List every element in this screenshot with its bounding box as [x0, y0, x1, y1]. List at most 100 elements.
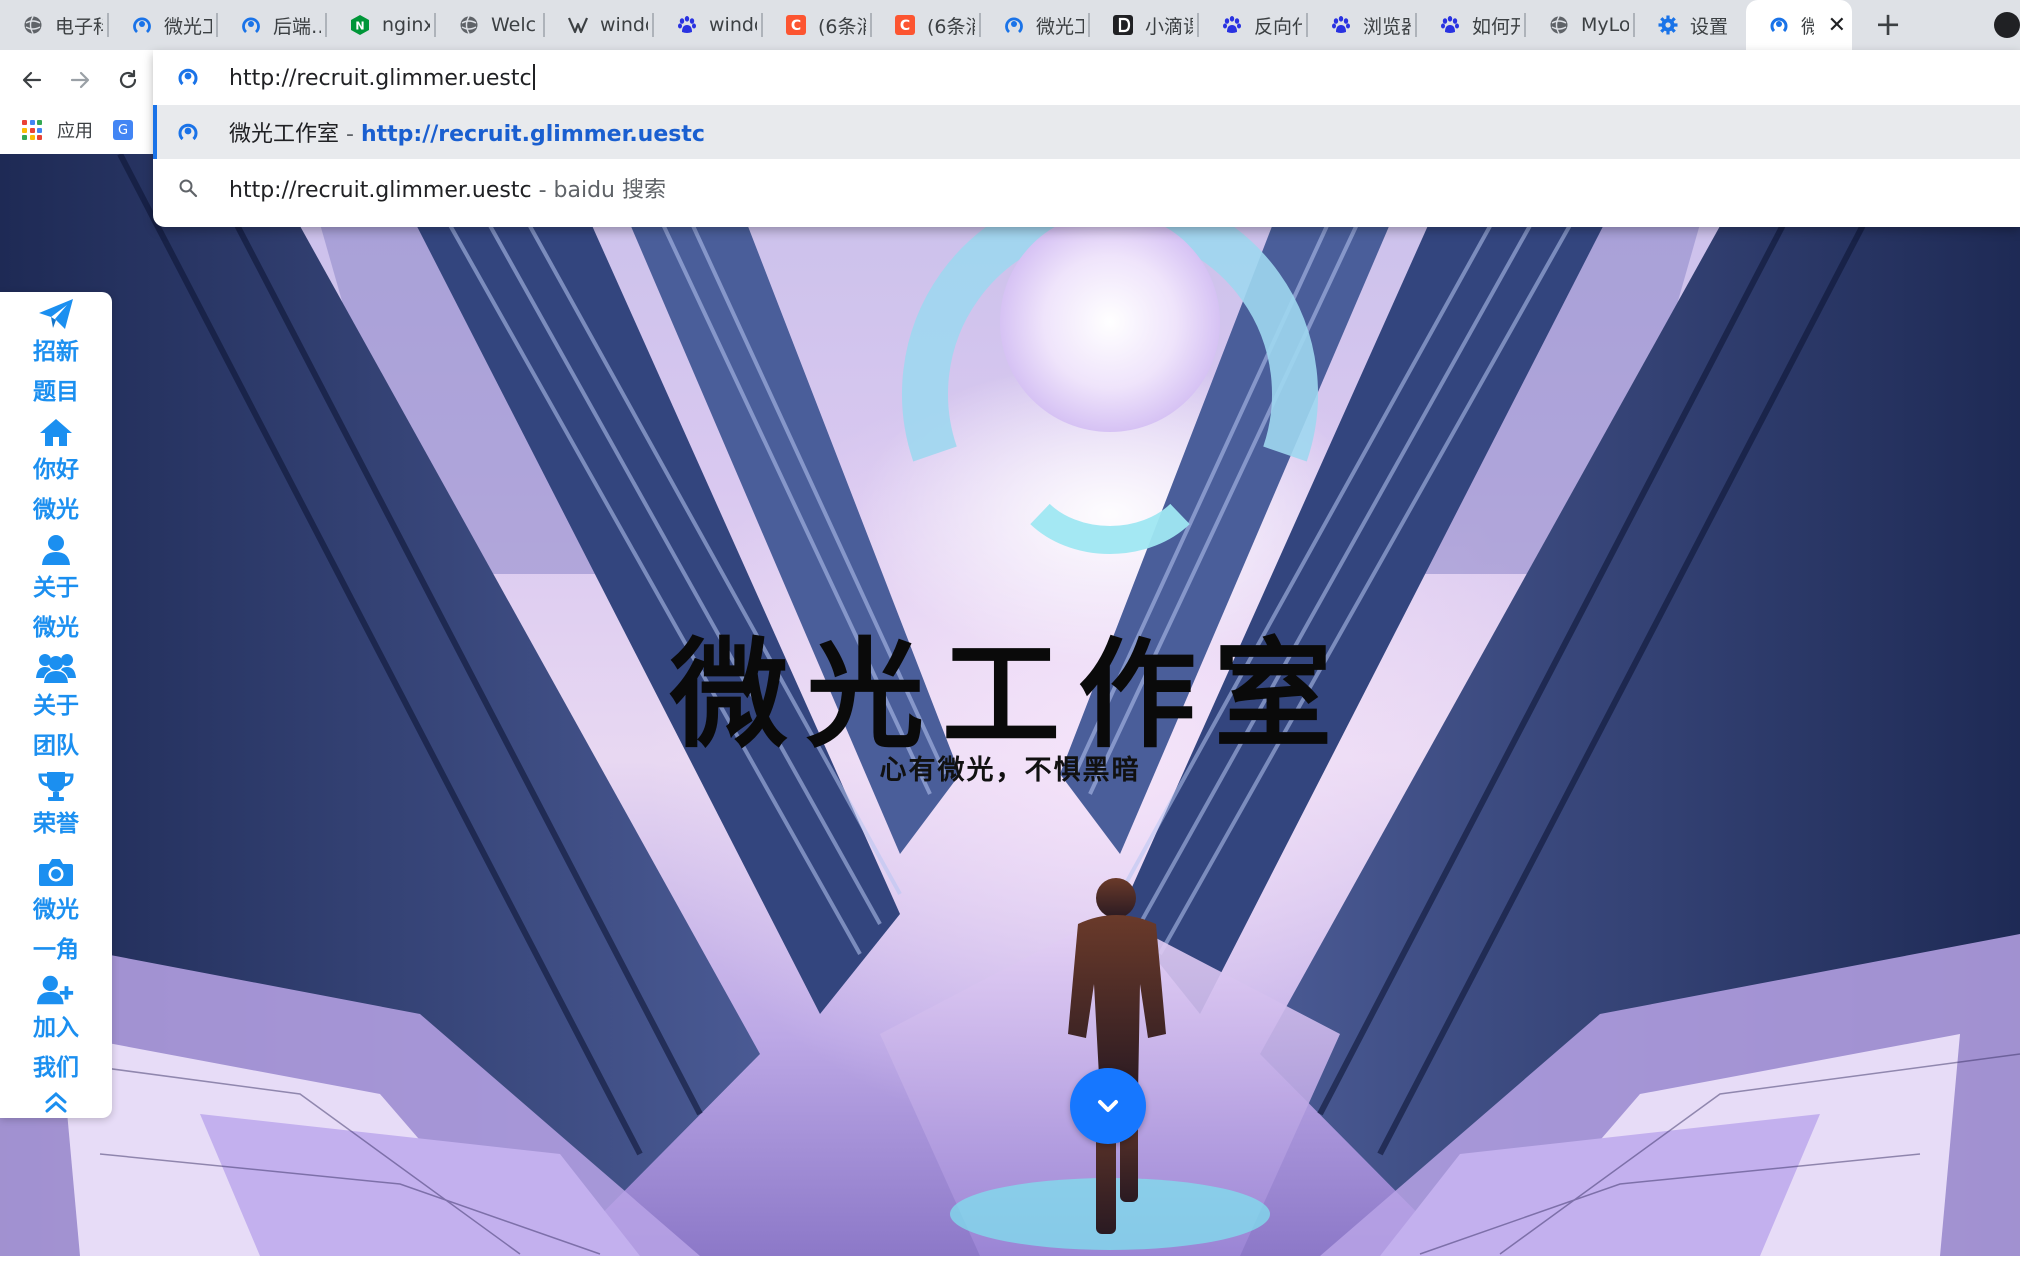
search-icon [175, 175, 201, 201]
tab-title: 小滴课 [1145, 15, 1193, 38]
nav-item-glimmer-corner[interactable]: 微光 一角 [0, 854, 112, 970]
browser-tab[interactable]: windo [545, 0, 654, 50]
globe-icon [22, 14, 44, 36]
nav-label: 团队 [33, 733, 79, 759]
suggestion-text: 微光工作室 - http://recruit.glimmer.uestc [229, 116, 705, 148]
browser-tab[interactable]: 小滴课 [1090, 0, 1199, 50]
browser-tab[interactable]: MyLo [1526, 0, 1635, 50]
apps-label[interactable]: 应用 [57, 117, 93, 143]
nav-label: 我们 [33, 1055, 79, 1081]
glimmer-logo-icon [1003, 14, 1025, 36]
nginx-icon: N [349, 14, 371, 36]
glimmer-logo-icon [1768, 14, 1790, 36]
suggestion-url: http://recruit.glimmer.uestc [360, 122, 705, 147]
nav-label: 微光 [33, 615, 79, 641]
glimmer-logo-icon [131, 14, 153, 36]
csdn-icon: C [894, 14, 916, 36]
profile-avatar[interactable] [1994, 12, 2020, 38]
suggestion-title: 微光工作室 [229, 122, 340, 147]
tab-title: 反向代 [1254, 15, 1302, 38]
bookmarks-bar: 应用 G [0, 106, 160, 154]
translate-icon[interactable]: G [113, 120, 133, 140]
tab-title: 后端… [273, 15, 321, 38]
text-caret [532, 63, 535, 90]
chevron-down-icon [1098, 1100, 1118, 1112]
back-button[interactable] [14, 62, 50, 98]
back-to-top-button[interactable] [0, 1084, 112, 1120]
forward-button[interactable] [62, 62, 98, 98]
glimmer-logo-icon [175, 119, 201, 145]
browser-tab[interactable]: 电子科 [0, 0, 109, 50]
omnibox-suggestion-search[interactable]: http://recruit.glimmer.uestc - baidu 搜索 [153, 161, 2020, 215]
tab-active[interactable]: 微 ✕ [1746, 0, 1852, 50]
scroll-down-button[interactable] [1070, 1068, 1146, 1144]
tab-title: 微光工 [1036, 15, 1084, 38]
nav-item-honors[interactable]: 荣誉 [0, 768, 112, 844]
baidu-paw-icon [1330, 14, 1352, 36]
nav-label: 关于 [33, 693, 79, 719]
browser-tab[interactable]: windo [654, 0, 763, 50]
browser-tab[interactable]: C (6条消 [872, 0, 981, 50]
glimmer-logo-icon [240, 14, 262, 36]
hero-section: 微光工作室 心有微光，不惧黑暗 [0, 154, 2020, 1256]
omnibox-input-row[interactable]: http://recruit.glimmer.uestc [153, 50, 2020, 104]
double-chevron-up-icon [36, 1084, 76, 1120]
nav-item-join-us[interactable]: 加入 我们 [0, 972, 112, 1088]
nav-label: 加入 [33, 1015, 79, 1041]
browser-tab[interactable]: 反向代 [1199, 0, 1308, 50]
browser-tab[interactable]: Welc [436, 0, 545, 50]
omnibox-input-value: http://recruit.glimmer.uestc [229, 65, 532, 91]
user-icon [36, 532, 76, 568]
page-bottom-strip [0, 1256, 2020, 1267]
apps-grid-icon[interactable] [22, 120, 42, 140]
nav-item-hello-glimmer[interactable]: 你好 微光 [0, 414, 112, 530]
tab-strip: 电子科 微光工 后端… Nnginx Welc windo windo C (6条消 C (6条消 微… [0, 0, 2020, 50]
add-user-icon [36, 972, 76, 1008]
browser-tab[interactable]: 浏览器 [1308, 0, 1417, 50]
camera-icon [36, 854, 76, 890]
tab-title: 设置 [1690, 15, 1729, 38]
nav-label: 题目 [33, 379, 79, 405]
browser-tab[interactable]: 微光工 [981, 0, 1090, 50]
tab-title: MyLo [1581, 14, 1629, 36]
baidu-paw-icon [676, 14, 698, 36]
arrow-left-icon [22, 71, 42, 89]
browser-tab[interactable]: 如何开 [1417, 0, 1526, 50]
nav-label: 一角 [33, 937, 79, 963]
tab-title: windo [600, 14, 648, 36]
reload-button[interactable] [110, 62, 146, 98]
side-navigation: 招新 题目 你好 微光 关于 微光 关于 团队 荣誉 微光 一角 加入 我们 [0, 292, 112, 1118]
close-icon[interactable]: ✕ [1828, 13, 1846, 38]
nav-item-about-team[interactable]: 关于 团队 [0, 650, 112, 766]
browser-tab[interactable]: C (6条消 [763, 0, 872, 50]
suggestion-separator: - [339, 122, 361, 147]
suggestion-text: http://recruit.glimmer.uestc - baidu 搜索 [229, 172, 666, 204]
tab-title: 微光工 [164, 15, 212, 38]
svg-text:C: C [900, 18, 910, 34]
nav-item-about-glimmer[interactable]: 关于 微光 [0, 532, 112, 648]
windows-icon [567, 14, 589, 36]
hero-subtitle: 心有微光，不惧黑暗 [879, 755, 1141, 786]
paper-plane-icon [36, 296, 76, 332]
tab-title: 电子科 [55, 15, 103, 38]
tab-title: 微 [1801, 15, 1814, 38]
tab-title: (6条消 [818, 15, 866, 38]
nav-label: 微光 [33, 897, 79, 923]
browser-tab[interactable]: 微光工 [109, 0, 218, 50]
omnibox-input[interactable]: http://recruit.glimmer.uestc [229, 63, 535, 91]
nav-label: 你好 [33, 457, 79, 483]
hero-title: 微光工作室 [669, 626, 1350, 764]
suggestion-engine: baidu 搜索 [553, 178, 666, 203]
arrow-right-icon [70, 71, 90, 89]
browser-tab[interactable]: 设置 [1635, 0, 1744, 50]
browser-tab[interactable]: Nnginx [327, 0, 436, 50]
csdn-icon: C [785, 14, 807, 36]
omnibox-suggestion-history[interactable]: 微光工作室 - http://recruit.glimmer.uestc [153, 105, 2020, 159]
nav-label: 微光 [33, 497, 79, 523]
browser-tab[interactable]: 后端… [218, 0, 327, 50]
tab-title: windo [709, 14, 757, 36]
nav-item-recruit-questions[interactable]: 招新 题目 [0, 296, 112, 412]
suggestion-separator: - [531, 178, 554, 203]
new-tab-button[interactable]: + [1868, 5, 1908, 45]
svg-text:N: N [355, 20, 364, 33]
